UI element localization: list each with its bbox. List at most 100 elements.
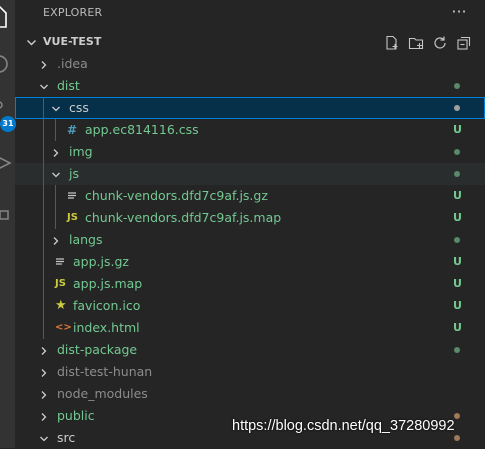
css-file-icon: # [67,123,78,137]
tree-item-label: public [57,408,95,423]
tree-item-label: css [69,100,89,115]
tree-item-label: src [57,430,76,445]
file-row[interactable]: <> index.html U [15,317,485,339]
tree-item-label: dist [57,78,80,93]
tree-item-label: .idea [57,56,88,71]
untracked-badge: U [453,299,462,312]
collapse-all-button[interactable] [456,35,472,51]
change-indicator-dot [454,171,460,177]
file-row[interactable]: ★ favicon.ico U [15,295,485,317]
folder-row-dist-package[interactable]: dist-package [15,339,485,361]
change-indicator-dot [454,435,460,441]
js-file-icon: JS [67,212,78,223]
new-folder-button[interactable] [408,35,424,51]
run-debug-icon[interactable] [0,150,12,176]
file-row[interactable]: chunk-vendors.dfd7c9af.js.gz U [15,185,485,207]
watermark: https://blog.csdn.net/qq_37280992 [232,418,455,434]
explorer-actions [384,35,472,51]
folder-row-dist[interactable]: dist [15,75,485,97]
indent-guide [43,229,44,251]
tree-item-label: chunk-vendors.dfd7c9af.js.map [85,210,282,225]
file-row[interactable]: JS app.js.map U [15,273,485,295]
chevron-right-icon[interactable] [39,346,49,356]
tree-item-label: langs [69,232,103,247]
chevron-right-icon[interactable] [39,390,49,400]
refresh-button[interactable] [432,35,448,51]
new-file-icon [386,35,398,50]
text-lines-icon [56,258,64,265]
chevron-down-icon[interactable] [51,170,61,180]
indent-guide [55,207,56,229]
chevron-right-icon[interactable] [39,368,49,378]
source-control-badge: 31 [0,116,16,132]
folder-row-img[interactable]: img [15,141,485,163]
chevron-down-icon[interactable] [51,104,61,114]
file-row[interactable]: # app.ec814116.css U [15,119,485,141]
explorer-title: EXPLORER [43,6,103,19]
tree-item-label: app.js.map [73,276,143,291]
html-file-icon: <> [55,322,72,333]
search-icon[interactable] [0,51,12,77]
chevron-right-icon[interactable] [39,412,49,422]
files-icon[interactable] [0,4,12,30]
indent-guide [43,119,44,141]
js-file-icon: JS [55,278,66,289]
indent-guide [43,207,44,229]
untracked-badge: U [453,321,462,334]
activity-bar: 31 [0,0,16,448]
chevron-right-icon[interactable] [51,148,61,158]
change-indicator-dot [454,83,460,89]
indent-guide [43,141,44,163]
folder-row-js[interactable]: js [15,163,485,185]
tree-item-label: js [69,166,79,181]
indent-guide [43,295,44,317]
tree-item-label: index.html [73,320,140,335]
extensions-icon[interactable] [0,197,12,223]
indent-guide [43,185,44,207]
folder-row-dist-test-hunan[interactable]: dist-test-hunan [15,361,485,383]
indent-guide [43,251,44,273]
workspace-section-header[interactable]: VUE-TEST [15,32,485,54]
indent-guide [43,317,44,339]
indent-guide [43,273,44,295]
tree-item-label: node_modules [57,386,148,401]
chevron-right-icon[interactable] [51,236,61,246]
untracked-badge: U [453,123,462,136]
untracked-badge: U [453,211,462,224]
folder-row-langs[interactable]: langs [15,229,485,251]
change-indicator-dot [454,347,460,353]
chevron-down-icon [27,40,36,46]
workspace-title: VUE-TEST [43,35,102,48]
change-indicator-dot [454,149,460,155]
change-indicator-dot [454,105,460,111]
star-file-icon: ★ [55,298,67,313]
more-actions-button[interactable]: ··· [448,2,470,21]
folder-row--idea[interactable]: .idea [15,53,485,75]
tree-item-label: img [69,144,93,159]
untracked-badge: U [453,277,462,290]
refresh-icon [434,36,446,49]
indent-guide [43,97,44,119]
file-row[interactable]: app.js.gz U [15,251,485,273]
indent-guide [43,163,44,185]
chevron-down-icon[interactable] [39,82,49,92]
collapse-all-icon [457,36,471,50]
tree-item-label: dist-package [57,342,138,357]
tree-item-label: favicon.ico [73,298,141,313]
change-indicator-dot [454,237,460,243]
tree-item-label: chunk-vendors.dfd7c9af.js.gz [85,188,268,203]
folder-row-css[interactable]: css [15,97,485,119]
untracked-badge: U [453,255,462,268]
file-row[interactable]: JS chunk-vendors.dfd7c9af.js.map U [15,207,485,229]
indent-guide [55,185,56,207]
text-lines-icon [68,192,76,199]
new-folder-icon [408,37,424,50]
untracked-badge: U [453,189,462,202]
chevron-down-icon[interactable] [39,434,49,444]
folder-row-node-modules[interactable]: node_modules [15,383,485,405]
chevron-right-icon[interactable] [39,60,49,70]
new-file-button[interactable] [384,35,400,51]
indent-guide [55,119,56,141]
file-tree: .idea dist css # app.ec814116.css Uimg js chunk… [15,53,485,449]
tree-item-label: app.js.gz [73,254,129,269]
